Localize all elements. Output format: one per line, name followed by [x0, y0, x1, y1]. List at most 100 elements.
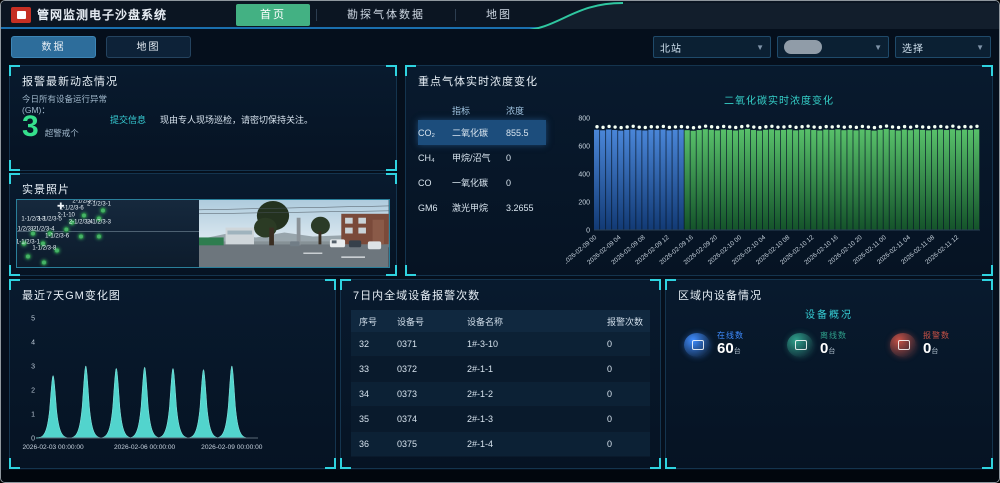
table-cell: 2#-1-1	[467, 364, 607, 374]
gas-value: 0	[506, 178, 546, 188]
sensor-dot-icon	[78, 234, 84, 240]
header-bar: 管网监测电子沙盘系统 首页 勘探气体数据 地图	[1, 1, 999, 29]
tab-divider	[455, 9, 456, 21]
gas-table-row[interactable]: CH₄甲烷/沼气0	[418, 145, 546, 170]
table-cell: 33	[359, 364, 397, 374]
table-cell: 0	[607, 364, 650, 374]
co2-chart-title: 二氧化碳实时浓度变化	[576, 92, 982, 107]
stat-text: 离线数0台	[820, 330, 847, 360]
gas-header-indicator: 指标	[452, 104, 506, 117]
table-cell: 1#-3-10	[467, 339, 607, 349]
online-device-icon	[684, 333, 710, 357]
svg-text:200: 200	[578, 200, 590, 207]
svg-text:2026-02-03 00:00:00: 2026-02-03 00:00:00	[22, 444, 84, 451]
gas-table-row[interactable]: CO₂二氧化碳855.5	[418, 120, 546, 145]
device-panel-title: 区域内设备情况	[678, 287, 762, 303]
stat-unit: 台	[734, 348, 741, 355]
stat-text: 在线数60台	[717, 330, 744, 360]
gas-header-concentration: 浓度	[506, 104, 546, 117]
device-status-panel: 区域内设备情况 设备概况 在线数60台离线数0台报警数0台	[665, 279, 993, 469]
stat-value: 0台	[820, 341, 847, 360]
alarm-table: 序号 设备号 设备名称 报警次数 3203711#-3-1003303722#-…	[351, 310, 650, 457]
gas-code: CH₄	[418, 153, 452, 163]
gas-code: GM6	[418, 203, 452, 213]
sensor-marker[interactable]: 2-1/2/3-3	[87, 220, 111, 245]
submit-info-text: 现由专人现场巡检，请密切保持关注。	[160, 113, 313, 126]
svg-text:2: 2	[31, 388, 35, 395]
gas-name: 二氧化碳	[452, 126, 506, 139]
gm-panel-title: 最近7天GM变化图	[22, 287, 121, 303]
bottom-strip	[1, 470, 999, 482]
table-row[interactable]: 3503742#-1-30	[351, 407, 650, 432]
gas-table-row[interactable]: GM6激光甲烷3.2655	[418, 195, 546, 220]
app-logo-icon	[11, 7, 31, 23]
gas-table-header: 指标 浓度	[418, 100, 546, 120]
marker-label: 2-1/2/3-1	[87, 202, 111, 209]
alarm-table-header: 序号 设备号 设备名称 报警次数	[351, 310, 650, 332]
alarm-table-body: 3203711#-3-1003303722#-1-103403732#-1-20…	[351, 332, 650, 457]
svg-text:0: 0	[586, 228, 590, 235]
gas-name: 甲烷/沼气	[452, 151, 506, 164]
tab-home[interactable]: 首页	[236, 4, 310, 26]
filter-select[interactable]: ▼	[777, 36, 889, 58]
table-row[interactable]: 3403732#-1-20	[351, 382, 650, 407]
tab-gas-data[interactable]: 勘探气体数据	[323, 4, 449, 26]
svg-text:3: 3	[31, 364, 35, 371]
tab-map[interactable]: 地图	[462, 4, 536, 26]
alarm-records-panel: 7日内全域设备报警次数 序号 设备号 设备名称 报警次数 3203711#-3-…	[340, 279, 661, 469]
station-select[interactable]: 北站 ▼	[653, 36, 771, 58]
map-button[interactable]: 地图	[106, 36, 191, 58]
svg-text:0: 0	[31, 436, 35, 443]
sensor-marker[interactable]: 1-1/2/3-8	[32, 245, 56, 268]
choose-select[interactable]: 选择 ▼	[895, 36, 991, 58]
data-button[interactable]: 数据	[11, 36, 96, 58]
table-cell: 0371	[397, 339, 467, 349]
table-cell: 0374	[397, 414, 467, 424]
gas-value: 3.2655	[506, 203, 546, 213]
table-cell: 2#-1-4	[467, 439, 607, 449]
app-title: 管网监测电子沙盘系统	[37, 6, 167, 23]
svg-text:1: 1	[31, 412, 35, 419]
marker-label: 1-1/2/3-6	[45, 233, 69, 240]
gas-table-row[interactable]: CO一氧化碳0	[418, 170, 546, 195]
submit-info-label: 提交信息	[110, 113, 146, 126]
live-photo-panel: 实景照片 ✚2-1/2/3-82-1/2/3-72-1/2/3-12-1/2/3…	[9, 173, 397, 276]
table-cell: 0373	[397, 389, 467, 399]
co2-chart: 02004006008002026-02-09 002026-02-09 042…	[566, 106, 986, 274]
table-cell: 0	[607, 439, 650, 449]
table-row[interactable]: 3603752#-1-40	[351, 432, 650, 457]
gas-panel-title: 重点气体实时浓度变化	[418, 73, 538, 89]
stat-unit: 台	[931, 348, 938, 355]
nav-tabs: 首页 勘探气体数据 地图	[236, 4, 536, 26]
table-row[interactable]: 3303722#-1-10	[351, 357, 650, 382]
table-cell: 2#-1-3	[467, 414, 607, 424]
alarm-table-title: 7日内全域设备报警次数	[353, 287, 480, 303]
gas-name: 激光甲烷	[452, 201, 506, 214]
table-cell: 35	[359, 414, 397, 424]
svg-text:400: 400	[578, 172, 590, 179]
alarm-summary-panel: 报警最新动态情况 今日所有设备运行异常 (GM)： 3 超警戒个 提交信息 现由…	[9, 65, 397, 171]
gas-name: 一氧化碳	[452, 176, 506, 189]
device-stats: 在线数60台 离线数0台 报警数0台	[684, 330, 982, 360]
stat-value: 60台	[717, 341, 744, 360]
chevron-down-icon: ▼	[756, 43, 764, 52]
gas-value: 0	[506, 153, 546, 163]
table-row[interactable]: 3203711#-3-100	[351, 332, 650, 357]
svg-text:5: 5	[31, 316, 35, 323]
sensor-dot-icon	[25, 253, 31, 259]
alarm-count: 3	[22, 112, 39, 142]
gas-table-body: CO₂二氧化碳855.5CH₄甲烷/沼气0CO一氧化碳0GM6激光甲烷3.265…	[418, 120, 546, 220]
marker-label: 1-1/2/3-5	[38, 216, 62, 223]
table-cell: 34	[359, 389, 397, 399]
alarm-count-unit: 超警戒个	[45, 127, 79, 139]
stat-text: 报警数0台	[923, 330, 950, 360]
table-cell: 0372	[397, 364, 467, 374]
alarm-stat: 报警数0台	[890, 330, 982, 360]
panorama-photo: ✚2-1/2/3-82-1/2/3-72-1/2/3-12-1/2/3-62-1…	[16, 199, 390, 268]
chevron-down-icon: ▼	[976, 43, 984, 52]
chevron-down-icon: ▼	[874, 43, 882, 52]
photo-panel-title: 实景照片	[22, 181, 70, 197]
gas-concentration-panel: 重点气体实时浓度变化 指标 浓度 CO₂二氧化碳855.5CH₄甲烷/沼气0CO…	[405, 65, 993, 276]
offline-stat: 离线数0台	[787, 330, 879, 360]
table-cell: 2#-1-2	[467, 389, 607, 399]
